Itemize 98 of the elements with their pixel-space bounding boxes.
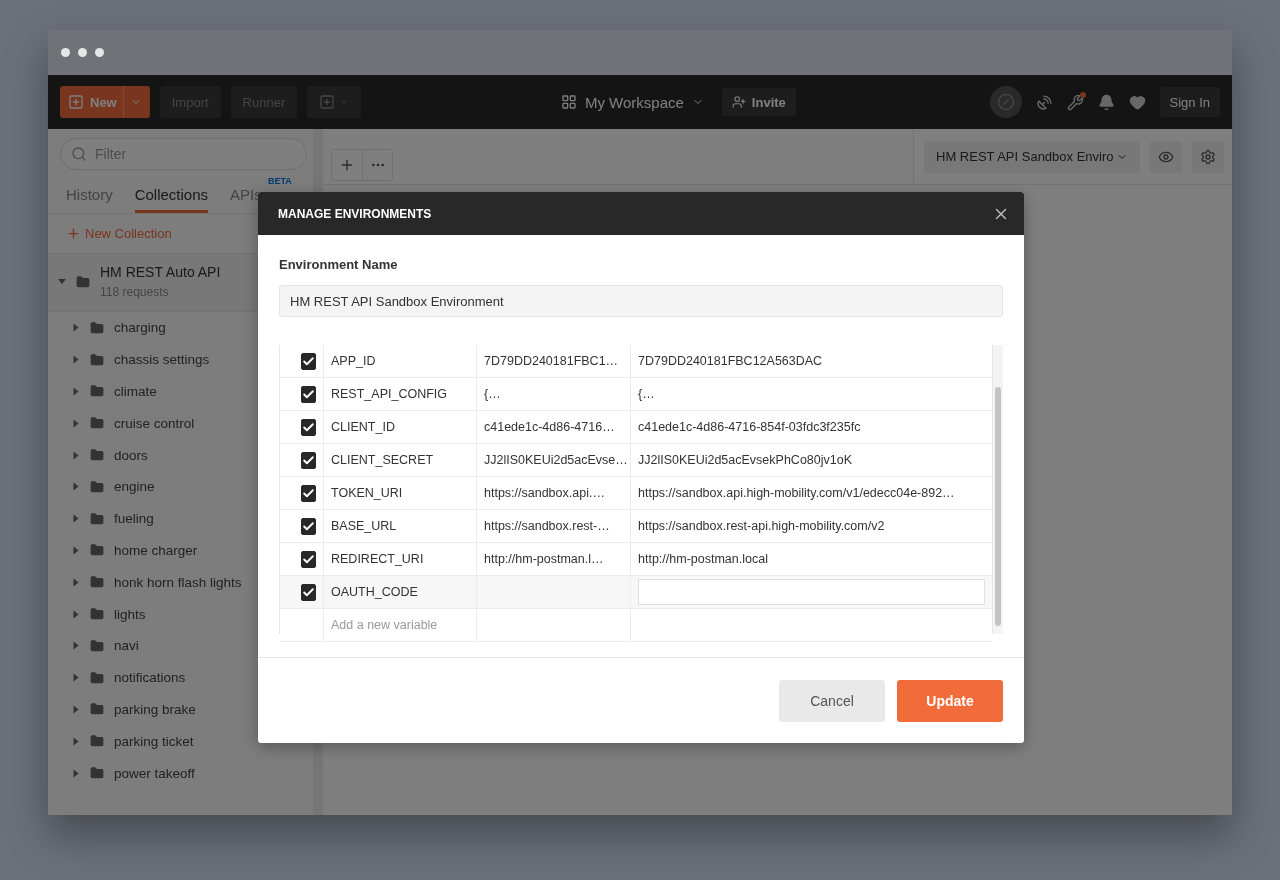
folder-icon [90, 766, 104, 781]
folder-item[interactable]: doors [48, 439, 313, 471]
satellite-icon[interactable] [1035, 93, 1053, 111]
variable-name: REDIRECT_URI [331, 552, 424, 566]
variable-name: REST_API_CONFIG [331, 387, 447, 401]
variable-name: APP_ID [331, 354, 376, 368]
scrollbar-thumb[interactable] [995, 387, 1001, 626]
folder-icon [90, 416, 104, 431]
folder-icon [90, 702, 104, 717]
plus-icon [68, 94, 84, 110]
folder-item[interactable]: notifications [48, 661, 313, 694]
user-plus-icon [731, 95, 746, 109]
caret-icon [339, 97, 350, 107]
current-value: JJ2lIS0KEUi2d5acEvsekPhCo80jv1oK [638, 453, 852, 467]
folder-item[interactable]: chassis settings [48, 343, 313, 376]
beta-label: BETA [267, 176, 292, 186]
folder-item[interactable]: lights [48, 598, 313, 630]
folder-item[interactable]: honk horn flash lights [48, 566, 313, 599]
checkbox[interactable] [301, 385, 316, 403]
checkbox[interactable] [301, 451, 316, 469]
current-value: 7D79DD240181FBC12A563DAC [638, 354, 823, 368]
initial-value: c41ede1c-4d86-4716… [484, 420, 615, 434]
variable-name: CLIENT_SECRET [331, 453, 434, 467]
new-collection-link[interactable]: New Collection [48, 214, 190, 253]
current-value-field[interactable] [638, 579, 985, 605]
checkbox[interactable] [301, 517, 316, 535]
sync-off-icon [996, 93, 1015, 111]
notification-dot [1079, 91, 1086, 98]
plus-icon [66, 226, 81, 241]
folder-icon [90, 352, 104, 367]
heart-icon[interactable] [1128, 93, 1146, 111]
folder-icon [90, 448, 104, 463]
folder-icon [90, 320, 104, 335]
sidebar-tab[interactable]: History [66, 180, 113, 213]
window-dot [78, 48, 87, 57]
folder-item[interactable]: climate [48, 375, 313, 408]
folder-icon [76, 274, 90, 289]
initial-value: http://hm-postman.l… [484, 552, 604, 566]
folder-icon [90, 543, 104, 558]
folder-icon [90, 638, 104, 653]
folder-icon [90, 670, 104, 685]
folder-icon [90, 384, 104, 399]
invite-button[interactable]: Invite [721, 88, 796, 116]
checkbox[interactable] [301, 484, 316, 502]
settings-button[interactable] [1192, 140, 1224, 173]
variable-name: BASE_URL [331, 519, 397, 533]
environment-dropdown[interactable]: HM REST API Sandbox Enviro [924, 140, 1140, 173]
folder-icon [90, 511, 104, 526]
folder-icon [90, 479, 104, 494]
workspace-dropdown[interactable]: My Workspace [554, 92, 710, 112]
initial-value: {… [484, 387, 501, 401]
search-icon [71, 146, 87, 162]
folder-icon [90, 734, 104, 749]
variable-name: OAUTH_CODE [331, 585, 418, 599]
bell-icon[interactable] [1097, 93, 1115, 111]
initial-value: 7D79DD240181FBC1… [484, 354, 619, 368]
current-value: {… [638, 387, 655, 401]
variable-name: TOKEN_URI [331, 486, 403, 500]
update-button[interactable]: Update [897, 679, 1003, 722]
folder-item[interactable]: cruise control [48, 407, 313, 440]
sign-in-button[interactable]: Sign In [1159, 87, 1220, 117]
folder-item[interactable]: navi [48, 629, 313, 662]
folder-item[interactable]: fueling [48, 502, 313, 535]
window-dot [95, 48, 104, 57]
cancel-button[interactable]: Cancel [779, 679, 885, 722]
current-value: c41ede1c-4d86-4716-854f-03fdc3f235fc [638, 420, 861, 434]
folder-item[interactable]: parking ticket [48, 725, 313, 758]
new-button[interactable]: New [60, 86, 150, 118]
folder-icon [90, 607, 104, 622]
checkbox[interactable] [301, 550, 316, 568]
initial-value: JJ2lIS0KEUi2d5acEvse… [484, 453, 628, 467]
variable-name: CLIENT_ID [331, 420, 395, 434]
settings-icon [1200, 148, 1216, 165]
dialog-title: MANAGE ENVIRONMENTS [278, 206, 432, 221]
initial-value: https://sandbox.rest-… [484, 519, 610, 533]
environment-name-field[interactable]: HM REST API Sandbox Environment [279, 285, 1003, 317]
checkbox[interactable] [301, 583, 316, 601]
current-value: http://hm-postman.local [638, 552, 768, 566]
checkbox[interactable] [301, 418, 316, 436]
plus-icon [339, 157, 355, 173]
grid-icon [560, 94, 577, 110]
checkbox[interactable] [301, 352, 316, 370]
current-value: https://sandbox.rest-api.high-mobility.com/v2 [638, 519, 885, 533]
collection-name: HM REST Auto API [100, 264, 221, 280]
folder-icon [90, 575, 104, 590]
folder-item[interactable]: power takeoff [48, 757, 313, 789]
sidebar-tab[interactable]: Collections [134, 180, 209, 213]
current-value: https://sandbox.api.high-mobility.com/v1/edecc04e-892… [638, 486, 955, 500]
window-plus-icon [319, 94, 336, 110]
window-dot [61, 48, 70, 57]
folder-item[interactable]: engine [48, 471, 313, 503]
new-variable-placeholder[interactable]: Add a new variable [331, 618, 438, 632]
folder-item[interactable]: parking brake [48, 693, 313, 726]
sync-button[interactable] [989, 86, 1022, 118]
wrench-icon[interactable] [1066, 93, 1084, 111]
folder-item[interactable]: home charger [48, 534, 313, 567]
initial-value: https://sandbox.api.… [484, 486, 605, 500]
eye-button[interactable] [1150, 140, 1182, 173]
